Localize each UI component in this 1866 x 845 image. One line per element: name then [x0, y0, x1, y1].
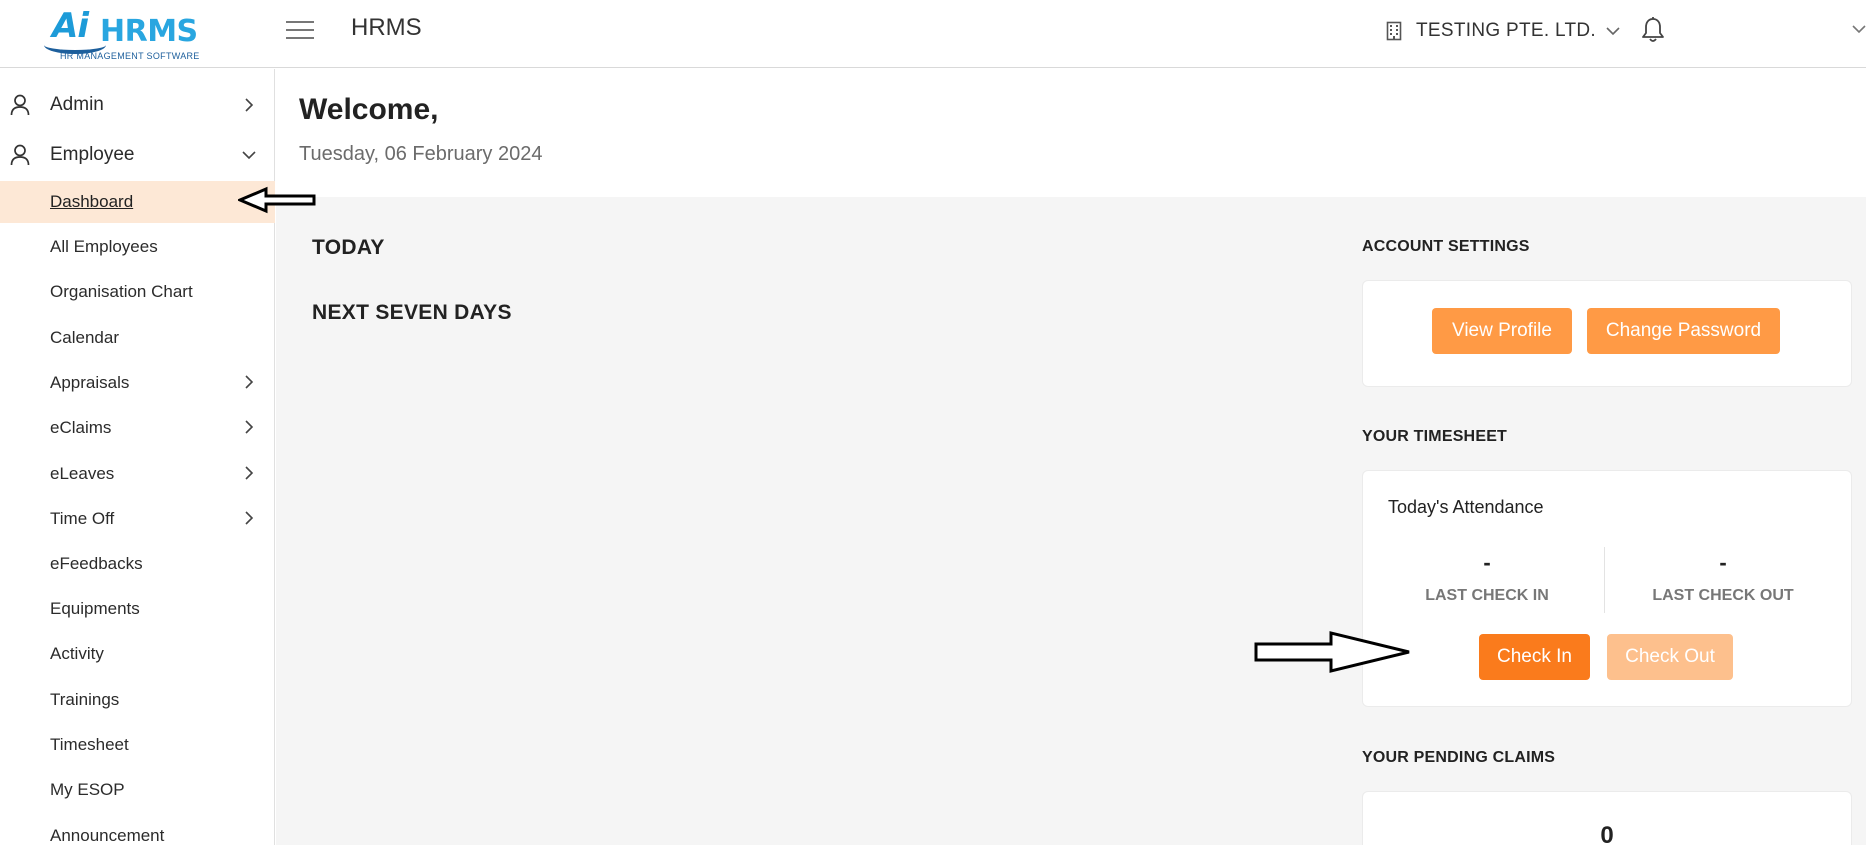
user-menu-chevron-icon[interactable]	[1852, 24, 1866, 34]
timesheet-card: Today's Attendance - LAST CHECK IN - LAS…	[1362, 470, 1852, 707]
sidebar-item-label: eLeaves	[50, 464, 115, 483]
sidebar-item-label: Time Off	[50, 509, 115, 528]
sidebar: Admin Employee Dashboard All Employees O…	[0, 69, 275, 845]
sidebar-item-trainings[interactable]: Trainings	[0, 679, 275, 721]
chevron-down-icon	[1606, 27, 1620, 36]
timesheet-heading: YOUR TIMESHEET	[1362, 428, 1508, 445]
sidebar-item-label: Announcement	[50, 826, 165, 845]
bell-icon[interactable]	[1640, 16, 1666, 44]
sidebar-item-label: Dashboard	[50, 192, 134, 211]
sidebar-item-equipments[interactable]: Equipments	[0, 588, 275, 630]
sidebar-item-label: All Employees	[50, 237, 158, 256]
app-logo[interactable]: Ai HRMS HR MANAGEMENT SOFTWARE	[44, 6, 224, 61]
building-icon	[1386, 21, 1402, 41]
next-seven-days-heading: NEXT SEVEN DAYS	[312, 301, 512, 324]
sidebar-item-label: Employee	[50, 144, 135, 165]
today-heading: TODAY	[312, 236, 385, 259]
sidebar-item-label: Equipments	[50, 599, 140, 618]
dashboard-content: TODAY NEXT SEVEN DAYS ACCOUNT SETTINGS V…	[276, 197, 1866, 845]
chevron-right-icon	[245, 466, 254, 480]
change-password-button[interactable]: Change Password	[1587, 308, 1780, 354]
attendance-title: Today's Attendance	[1388, 497, 1544, 517]
menu-icon[interactable]	[286, 18, 314, 42]
sidebar-item-label: Calendar	[50, 328, 119, 347]
last-check-in-value: -	[1483, 550, 1491, 575]
pending-claims-heading: YOUR PENDING CLAIMS	[1362, 749, 1556, 766]
annotation-arrow-right-icon	[1254, 631, 1410, 673]
check-out-button[interactable]: Check Out	[1607, 634, 1733, 680]
top-header: Ai HRMS HR MANAGEMENT SOFTWARE HRMS TEST…	[0, 0, 1866, 68]
welcome-banner: Welcome, Tuesday, 06 February 2024	[276, 69, 1866, 197]
sidebar-item-eleaves[interactable]: eLeaves	[0, 453, 275, 495]
chevron-right-icon	[245, 98, 254, 112]
sidebar-item-dashboard[interactable]: Dashboard	[0, 181, 275, 223]
sidebar-item-label: Timesheet	[50, 735, 129, 754]
last-check-out-value: -	[1719, 550, 1727, 575]
sidebar-item-label: Trainings	[50, 690, 120, 709]
sidebar-item-eclaims[interactable]: eClaims	[0, 407, 275, 449]
attendance-divider	[1604, 547, 1605, 613]
sidebar-item-timesheet[interactable]: Timesheet	[0, 724, 275, 766]
sidebar-item-all-employees[interactable]: All Employees	[0, 226, 275, 268]
view-profile-button[interactable]: View Profile	[1432, 308, 1572, 354]
sidebar-item-calendar[interactable]: Calendar	[0, 317, 275, 359]
account-settings-card: View Profile Change Password	[1362, 280, 1852, 387]
company-selector[interactable]: TESTING PTE. LTD.	[1386, 16, 1634, 46]
company-name: TESTING PTE. LTD.	[1416, 20, 1596, 41]
user-icon	[10, 144, 30, 166]
pending-claims-card: 0	[1362, 791, 1852, 845]
sidebar-item-admin[interactable]: Admin	[0, 83, 275, 127]
logo-word: HRMS	[100, 14, 198, 49]
sidebar-item-label: Appraisals	[50, 373, 130, 392]
chevron-right-icon	[245, 375, 254, 389]
annotation-arrow-left-icon	[238, 186, 316, 214]
chevron-right-icon	[245, 420, 254, 434]
sidebar-item-my-esop[interactable]: My ESOP	[0, 769, 275, 811]
page-title: HRMS	[351, 14, 422, 41]
check-in-button[interactable]: Check In	[1479, 634, 1590, 680]
account-settings-heading: ACCOUNT SETTINGS	[1362, 238, 1530, 255]
chevron-right-icon	[245, 511, 254, 525]
sidebar-item-label: Organisation Chart	[50, 282, 193, 301]
sidebar-item-label: eClaims	[50, 418, 112, 437]
user-icon	[10, 94, 30, 116]
welcome-heading: Welcome,	[299, 93, 439, 126]
sidebar-item-label: Admin	[50, 94, 104, 115]
pending-claims-count: 0	[1600, 822, 1614, 845]
sidebar-item-appraisals[interactable]: Appraisals	[0, 362, 275, 404]
current-date: Tuesday, 06 February 2024	[299, 143, 543, 165]
chevron-down-icon	[242, 151, 256, 160]
last-check-in-label: LAST CHECK IN	[1425, 587, 1549, 604]
sidebar-item-time-off[interactable]: Time Off	[0, 498, 275, 540]
logo-tagline: HR MANAGEMENT SOFTWARE	[60, 51, 200, 61]
sidebar-item-label: Activity	[50, 644, 104, 663]
sidebar-item-label: My ESOP	[50, 780, 125, 799]
sidebar-item-label: eFeedbacks	[50, 554, 143, 573]
sidebar-item-efeedbacks[interactable]: eFeedbacks	[0, 543, 275, 585]
sidebar-item-announcement[interactable]: Announcement	[0, 815, 275, 845]
sidebar-item-activity[interactable]: Activity	[0, 633, 275, 675]
sidebar-item-employee[interactable]: Employee	[0, 133, 275, 177]
sidebar-item-organisation-chart[interactable]: Organisation Chart	[0, 271, 275, 313]
last-check-out-label: LAST CHECK OUT	[1652, 587, 1794, 604]
